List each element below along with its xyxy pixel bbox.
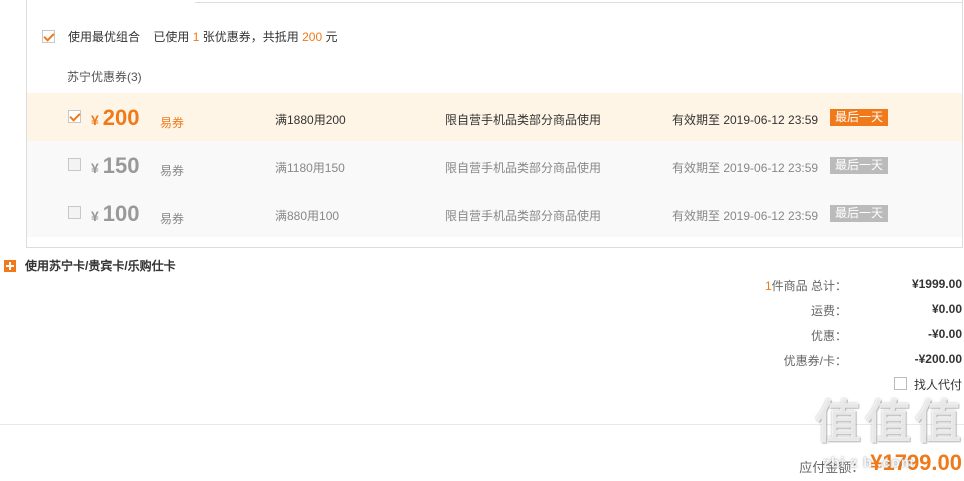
coupon-scope: 限自营手机品类部分商品使用 bbox=[445, 209, 602, 223]
panel-active-tab-gap bbox=[27, 0, 195, 3]
coupon-expiry: 有效期至 2019-06-12 23:59 bbox=[672, 113, 819, 127]
summary-divider bbox=[0, 424, 964, 425]
watermark-glyph: 值 bbox=[915, 396, 961, 448]
coupon-amount: ¥100 bbox=[91, 201, 140, 227]
panel-top-border bbox=[195, 2, 962, 3]
last-day-badge: 最后一天 bbox=[830, 157, 889, 174]
best-combo-label: 使用最优组合 bbox=[68, 30, 141, 44]
coupon-section-title: 苏宁优惠券(3) bbox=[67, 70, 142, 84]
coupon-checkbox[interactable] bbox=[68, 158, 81, 171]
coupon-deduction-label: 优惠券/卡： bbox=[783, 354, 847, 368]
items-total-value: ¥1999.00 bbox=[911, 277, 962, 291]
watermark-glyph: 值 bbox=[865, 396, 911, 448]
coupon-amount: ¥200 bbox=[91, 105, 140, 131]
watermark-glyph: 值 bbox=[815, 396, 861, 448]
items-count: 1 bbox=[764, 279, 772, 293]
items-total-label: 1件商品 总计： bbox=[765, 277, 847, 294]
items-label-text: 件商品 总计： bbox=[771, 279, 847, 293]
summary-coupon-row: 优惠券/卡： -¥200.00 bbox=[640, 352, 962, 368]
coupon-type: 易券 bbox=[160, 212, 185, 226]
last-day-badge: 最后一天 bbox=[830, 205, 889, 222]
coupon-value: 100 bbox=[102, 201, 140, 226]
coupon-checkbox[interactable] bbox=[68, 206, 81, 219]
best-combo-checkbox[interactable] bbox=[42, 30, 55, 43]
discount-label: 优惠： bbox=[810, 329, 847, 343]
best-combo-text: 使用最优组合 已使用 1 张优惠券，共抵用 200 元 bbox=[68, 30, 338, 44]
payable-amount: 应付金额： ¥1799.00 bbox=[799, 450, 962, 476]
plus-icon[interactable] bbox=[4, 260, 16, 272]
payable-label: 应付金额： bbox=[799, 460, 865, 475]
currency-symbol: ¥ bbox=[91, 160, 99, 176]
coupon-condition: 满880用100 bbox=[275, 209, 340, 223]
best-combo-middle: 张优惠券，共抵用 bbox=[202, 30, 299, 44]
coupon-row[interactable]: ¥100 易券 满880用100 限自营手机品类部分商品使用 有效期至 2019… bbox=[27, 189, 962, 237]
currency-symbol: ¥ bbox=[91, 112, 99, 128]
deducted-amount: 200 bbox=[302, 30, 323, 44]
coupon-condition: 满1180用150 bbox=[275, 161, 345, 175]
proxy-pay-label[interactable]: 找人代付 bbox=[914, 376, 962, 393]
coupon-condition: 满1880用200 bbox=[275, 113, 346, 127]
coupon-expiry: 有效期至 2019-06-12 23:59 bbox=[672, 161, 819, 175]
used-coupon-count: 1 bbox=[192, 30, 200, 44]
proxy-pay-checkbox[interactable] bbox=[894, 377, 907, 390]
use-cards-label[interactable]: 使用苏宁卡/贵宾卡/乐购仕卡 bbox=[25, 259, 176, 273]
shipping-label: 运费： bbox=[810, 304, 847, 318]
discount-value: -¥0.00 bbox=[927, 327, 962, 341]
coupon-value: 200 bbox=[102, 105, 140, 130]
currency-symbol: ¥ bbox=[91, 208, 99, 224]
coupon-row[interactable]: ¥150 易券 满1180用150 限自营手机品类部分商品使用 有效期至 201… bbox=[27, 141, 962, 189]
best-combo-prefix: 已使用 bbox=[153, 30, 190, 44]
payable-value: ¥1799.00 bbox=[870, 450, 962, 475]
best-combo-unit: 元 bbox=[325, 30, 338, 44]
coupon-type: 易券 bbox=[160, 116, 185, 130]
summary-total-row: 1件商品 总计： ¥1999.00 bbox=[640, 277, 962, 293]
coupon-row[interactable]: ¥200 易券 满1880用200 限自营手机品类部分商品使用 有效期至 201… bbox=[27, 93, 962, 141]
coupon-scope: 限自营手机品类部分商品使用 bbox=[445, 113, 602, 127]
coupon-expiry: 有效期至 2019-06-12 23:59 bbox=[672, 209, 819, 223]
coupon-scope: 限自营手机品类部分商品使用 bbox=[445, 161, 602, 175]
coupon-type: 易券 bbox=[160, 164, 185, 178]
coupon-checkbox[interactable] bbox=[68, 110, 81, 123]
summary-shipping-row: 运费： ¥0.00 bbox=[640, 302, 962, 318]
last-day-badge: 最后一天 bbox=[830, 109, 889, 126]
coupon-amount: ¥150 bbox=[91, 153, 140, 179]
coupon-deduction-value: -¥200.00 bbox=[914, 352, 962, 366]
shipping-value: ¥0.00 bbox=[931, 302, 962, 316]
summary-discount-row: 优惠： -¥0.00 bbox=[640, 327, 962, 343]
coupon-value: 150 bbox=[102, 153, 140, 178]
